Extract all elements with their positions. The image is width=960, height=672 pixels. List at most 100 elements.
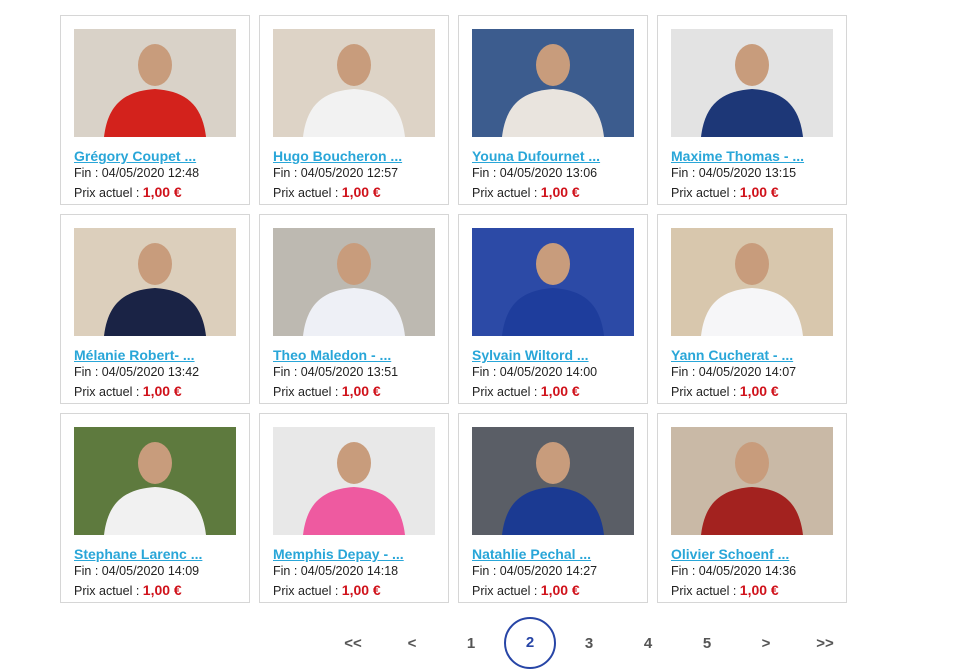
last-page-button[interactable]: >> xyxy=(805,632,845,656)
item-title-link[interactable]: Natahlie Pechal ... xyxy=(472,546,635,562)
item-title-link[interactable]: Theo Maledon - ... xyxy=(273,347,436,363)
item-photo[interactable] xyxy=(273,29,435,137)
end-date: Fin : 04/05/2020 14:18 xyxy=(273,562,436,581)
current-price: Prix actuel : 1,00 € xyxy=(671,581,834,601)
price-label: Prix actuel : xyxy=(472,186,538,200)
auction-card[interactable]: Olivier Schoenf ... Fin : 04/05/2020 14:3… xyxy=(657,413,847,603)
end-label: Fin : xyxy=(273,564,298,578)
item-photo[interactable] xyxy=(472,427,634,535)
item-photo[interactable] xyxy=(273,228,435,336)
end-value: 04/05/2020 14:36 xyxy=(698,564,797,578)
price-label: Prix actuel : xyxy=(273,186,339,200)
price-value: 1,00 € xyxy=(142,582,182,598)
item-title-link[interactable]: Youna Dufournet ... xyxy=(472,148,635,164)
auction-card[interactable]: Sylvain Wiltord ... Fin : 04/05/2020 14:0… xyxy=(458,214,648,404)
item-photo[interactable] xyxy=(671,427,833,535)
prev-page-button[interactable]: < xyxy=(392,632,432,656)
item-photo[interactable] xyxy=(472,228,634,336)
auction-card[interactable]: Grégory Coupet ... Fin : 04/05/2020 12:48… xyxy=(60,15,250,205)
auction-card[interactable]: Maxime Thomas - ... Fin : 04/05/2020 13:1… xyxy=(657,15,847,205)
current-price: Prix actuel : 1,00 € xyxy=(472,581,635,601)
end-date: Fin : 04/05/2020 14:36 xyxy=(671,562,834,581)
auction-card[interactable]: Stephane Larenc ... Fin : 04/05/2020 14:0… xyxy=(60,413,250,603)
end-date: Fin : 04/05/2020 12:48 xyxy=(74,164,237,183)
auction-card[interactable]: Natahlie Pechal ... Fin : 04/05/2020 14:2… xyxy=(458,413,648,603)
first-page-button[interactable]: << xyxy=(333,632,373,656)
item-title-link[interactable]: Hugo Boucheron ... xyxy=(273,148,436,164)
auction-card[interactable]: Yann Cucherat - ... Fin : 04/05/2020 14:0… xyxy=(657,214,847,404)
item-title-link[interactable]: Memphis Depay - ... xyxy=(273,546,436,562)
price-label: Prix actuel : xyxy=(74,186,140,200)
item-photo[interactable] xyxy=(472,29,634,137)
end-label: Fin : xyxy=(671,365,696,379)
end-label: Fin : xyxy=(472,564,497,578)
current-price: Prix actuel : 1,00 € xyxy=(74,581,237,601)
end-date: Fin : 04/05/2020 13:51 xyxy=(273,363,436,382)
current-price: Prix actuel : 1,00 € xyxy=(273,183,436,203)
current-price: Prix actuel : 1,00 € xyxy=(74,382,237,402)
item-title-link[interactable]: Sylvain Wiltord ... xyxy=(472,347,635,363)
end-date: Fin : 04/05/2020 12:57 xyxy=(273,164,436,183)
page-3-button[interactable]: 3 xyxy=(569,632,609,656)
end-date: Fin : 04/05/2020 13:06 xyxy=(472,164,635,183)
page-4-button[interactable]: 4 xyxy=(628,632,668,656)
auction-card[interactable]: Mélanie Robert- ... Fin : 04/05/2020 13:4… xyxy=(60,214,250,404)
end-date: Fin : 04/05/2020 14:00 xyxy=(472,363,635,382)
price-value: 1,00 € xyxy=(341,383,381,399)
end-value: 04/05/2020 12:57 xyxy=(300,166,399,180)
end-value: 04/05/2020 14:07 xyxy=(698,365,797,379)
end-label: Fin : xyxy=(273,365,298,379)
item-photo[interactable] xyxy=(74,427,236,535)
auction-card[interactable]: Hugo Boucheron ... Fin : 04/05/2020 12:57… xyxy=(259,15,449,205)
price-label: Prix actuel : xyxy=(671,186,737,200)
price-label: Prix actuel : xyxy=(671,584,737,598)
item-photo[interactable] xyxy=(671,228,833,336)
end-value: 04/05/2020 13:42 xyxy=(101,365,200,379)
item-title-link[interactable]: Olivier Schoenf ... xyxy=(671,546,834,562)
next-page-button[interactable]: > xyxy=(746,632,786,656)
item-photo[interactable] xyxy=(273,427,435,535)
end-label: Fin : xyxy=(74,365,99,379)
page-2-button-current[interactable]: 2 xyxy=(504,617,556,669)
page-1-button[interactable]: 1 xyxy=(451,632,491,656)
end-value: 04/05/2020 14:27 xyxy=(499,564,598,578)
end-value: 04/05/2020 14:00 xyxy=(499,365,598,379)
item-title-link[interactable]: Maxime Thomas - ... xyxy=(671,148,834,164)
auction-card[interactable]: Memphis Depay - ... Fin : 04/05/2020 14:1… xyxy=(259,413,449,603)
item-photo[interactable] xyxy=(74,29,236,137)
item-photo[interactable] xyxy=(671,29,833,137)
price-label: Prix actuel : xyxy=(671,385,737,399)
end-value: 04/05/2020 14:09 xyxy=(101,564,200,578)
item-title-link[interactable]: Mélanie Robert- ... xyxy=(74,347,237,363)
end-label: Fin : xyxy=(472,166,497,180)
price-value: 1,00 € xyxy=(142,383,182,399)
item-photo[interactable] xyxy=(74,228,236,336)
current-price: Prix actuel : 1,00 € xyxy=(273,581,436,601)
price-value: 1,00 € xyxy=(142,184,182,200)
price-value: 1,00 € xyxy=(341,184,381,200)
end-label: Fin : xyxy=(671,166,696,180)
end-value: 04/05/2020 14:18 xyxy=(300,564,399,578)
end-date: Fin : 04/05/2020 14:07 xyxy=(671,363,834,382)
current-price: Prix actuel : 1,00 € xyxy=(472,382,635,402)
auction-grid: Grégory Coupet ... Fin : 04/05/2020 12:48… xyxy=(60,15,847,603)
current-price: Prix actuel : 1,00 € xyxy=(671,183,834,203)
price-label: Prix actuel : xyxy=(74,584,140,598)
price-value: 1,00 € xyxy=(341,582,381,598)
end-value: 04/05/2020 13:51 xyxy=(300,365,399,379)
item-title-link[interactable]: Grégory Coupet ... xyxy=(74,148,237,164)
auction-card[interactable]: Youna Dufournet ... Fin : 04/05/2020 13:0… xyxy=(458,15,648,205)
price-label: Prix actuel : xyxy=(74,385,140,399)
end-value: 04/05/2020 13:15 xyxy=(698,166,797,180)
end-value: 04/05/2020 12:48 xyxy=(101,166,200,180)
page-5-button[interactable]: 5 xyxy=(687,632,727,656)
price-value: 1,00 € xyxy=(739,184,779,200)
end-label: Fin : xyxy=(74,166,99,180)
pagination: << < 1 2 3 4 5 > >> xyxy=(0,612,960,672)
item-title-link[interactable]: Yann Cucherat - ... xyxy=(671,347,834,363)
price-label: Prix actuel : xyxy=(273,385,339,399)
price-value: 1,00 € xyxy=(739,582,779,598)
end-label: Fin : xyxy=(671,564,696,578)
auction-card[interactable]: Theo Maledon - ... Fin : 04/05/2020 13:51… xyxy=(259,214,449,404)
item-title-link[interactable]: Stephane Larenc ... xyxy=(74,546,237,562)
